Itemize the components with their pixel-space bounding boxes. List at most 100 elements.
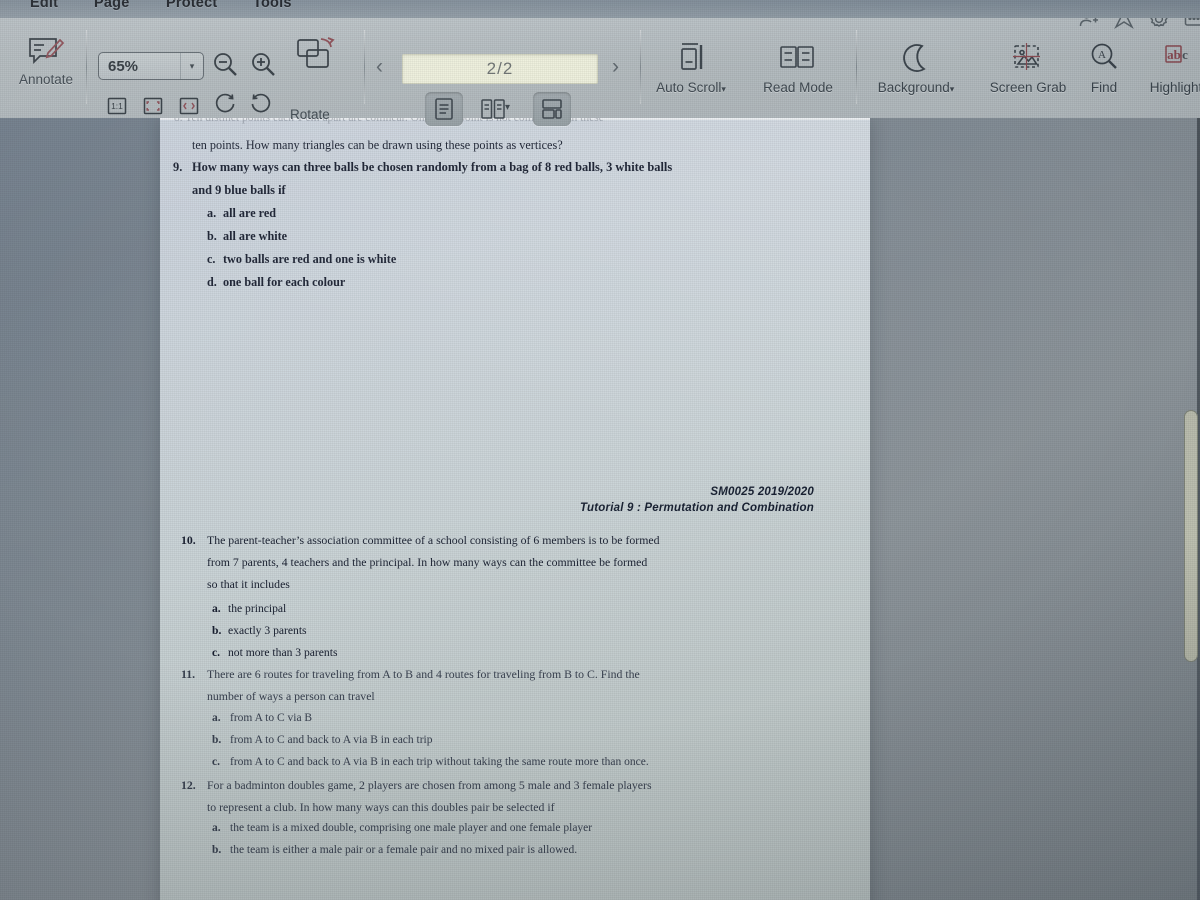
- svg-text:A: A: [1098, 49, 1106, 61]
- read-mode-button[interactable]: Read Mode: [755, 40, 841, 95]
- previous-page-button[interactable]: ‹: [376, 56, 383, 78]
- fit-width-button[interactable]: [176, 94, 202, 118]
- annotate-icon: [26, 34, 66, 70]
- text-line: How many ways can three balls be chosen …: [192, 160, 673, 174]
- option-text: the principal: [228, 602, 287, 615]
- text-line: so that it includes: [207, 577, 290, 591]
- option-label: a.: [212, 822, 221, 834]
- read-mode-icon: [777, 40, 819, 78]
- option-text: not more than 3 parents: [228, 646, 338, 659]
- moon-icon: [896, 40, 936, 78]
- toolbar: Annotate 65% ▾ Rotate 1:1 ‹ 2/2 › ▾ Auto…: [0, 9, 1200, 126]
- menu-bar: Edit Page Protect Tools: [0, 0, 1200, 18]
- document-viewport[interactable]: 8. Ten distinct points each 1 cm apart a…: [0, 118, 1200, 900]
- text-line: and 9 blue balls if: [192, 183, 286, 197]
- zoom-out-button[interactable]: [210, 50, 240, 80]
- background-button[interactable]: Background▾: [868, 40, 964, 95]
- two-page-icon: [481, 99, 505, 119]
- text-line: For a badminton doubles game, 2 players …: [207, 778, 652, 792]
- background-label: Background▾: [877, 80, 955, 95]
- find-button[interactable]: A Find: [1079, 40, 1129, 95]
- menu-item-tools[interactable]: Tools: [253, 0, 292, 11]
- single-page-icon: [435, 98, 453, 120]
- annotate-label: Annotate: [18, 72, 74, 87]
- option-label: a.: [207, 206, 217, 220]
- menu-item-edit[interactable]: Edit: [30, 0, 58, 11]
- option-label: d.: [207, 275, 217, 289]
- option-label: c.: [212, 756, 220, 768]
- document-text: 8. Ten distinct points each 1 cm apart a…: [160, 118, 870, 900]
- option-text: from A to C via B: [230, 712, 313, 724]
- text-line: from 7 parents, 4 teachers and the princ…: [207, 555, 648, 569]
- continuous-view-button[interactable]: [533, 92, 571, 126]
- screen-grab-button[interactable]: Screen Grab: [982, 40, 1074, 95]
- zoom-out-icon: [210, 50, 240, 80]
- svg-text:ab: ab: [1167, 47, 1181, 62]
- find-icon: A: [1086, 40, 1122, 78]
- auto-scroll-label: Auto Scroll▾: [656, 80, 726, 95]
- svg-text:1:1: 1:1: [111, 101, 123, 111]
- menu-item-protect[interactable]: Protect: [166, 0, 217, 11]
- page-number-value: 2/2: [486, 59, 514, 78]
- page-number-input[interactable]: 2/2: [402, 54, 598, 84]
- auto-scroll-icon: [671, 40, 711, 78]
- read-mode-label: Read Mode: [763, 80, 833, 95]
- fit-page-icon: [143, 97, 163, 115]
- option-text: all are red: [223, 206, 277, 220]
- auto-scroll-button[interactable]: Auto Scroll▾: [648, 40, 734, 95]
- screen-photo: Edit Page Protect Tools Annotate 65% ▾ R…: [0, 0, 1200, 900]
- screen-grab-label: Screen Grab: [989, 80, 1067, 95]
- pdf-page: 8. Ten distinct points each 1 cm apart a…: [160, 118, 870, 900]
- option-text: the team is a mixed double, comprising o…: [230, 822, 593, 834]
- chevron-down-icon[interactable]: ▾: [180, 53, 203, 79]
- zoom-level-value: 65%: [108, 57, 139, 75]
- rotate-label: Rotate: [290, 107, 330, 122]
- text-line: ten points. How many triangles can be dr…: [192, 138, 563, 152]
- question-number: 9.: [173, 160, 183, 174]
- text-line: The parent-teacher’s association committ…: [207, 533, 660, 547]
- menu-item-page[interactable]: Page: [94, 0, 129, 11]
- document-header-line2: Tutorial 9 : Permutation and Combination: [580, 502, 814, 514]
- toolbar-separator-2: [364, 30, 365, 104]
- document-header-line1: SM0025 2019/2020: [710, 486, 814, 498]
- option-text: from A to C and back to A via B in each …: [230, 734, 433, 746]
- rotate-clockwise-button[interactable]: [212, 92, 238, 116]
- screen-grab-icon: [1008, 40, 1048, 78]
- rotate-pages-icon: [294, 36, 342, 74]
- option-label: c.: [207, 252, 216, 266]
- highlight-label: Highlight: [1149, 80, 1200, 95]
- background-chevron-down-icon: ▾: [949, 84, 955, 94]
- fit-width-icon: [179, 97, 199, 115]
- two-page-view-chevron-down-icon[interactable]: ▾: [505, 102, 510, 113]
- auto-scroll-chevron-down-icon: ▾: [721, 84, 726, 94]
- find-label: Find: [1090, 80, 1118, 95]
- vertical-scrollbar-thumb[interactable]: [1184, 410, 1198, 662]
- option-text: two balls are red and one is white: [223, 252, 397, 266]
- rotate-pages-button[interactable]: [291, 36, 345, 74]
- one-to-one-icon: 1:1: [107, 97, 127, 115]
- option-label: b.: [212, 844, 222, 856]
- actual-size-button[interactable]: 1:1: [104, 94, 130, 118]
- question-number: 10.: [181, 533, 196, 547]
- option-label: b.: [212, 734, 222, 746]
- annotate-button[interactable]: Annotate: [10, 34, 82, 87]
- text-line: There are 6 routes for traveling from A …: [207, 667, 640, 681]
- toolbar-separator-4: [856, 30, 857, 104]
- zoom-level-select[interactable]: 65% ▾: [98, 52, 204, 80]
- question-number: 12.: [181, 778, 196, 792]
- option-text: one ball for each colour: [223, 275, 346, 289]
- zoom-in-button[interactable]: [248, 50, 278, 80]
- rotate-cw-icon: [215, 93, 235, 113]
- single-page-view-button[interactable]: [425, 92, 463, 126]
- option-text: from A to C and back to A via B in each …: [230, 756, 649, 768]
- toolbar-separator-3: [640, 30, 641, 104]
- option-text: all are white: [223, 229, 288, 243]
- rotate-counterclockwise-button[interactable]: [248, 92, 274, 116]
- fit-page-button[interactable]: [140, 94, 166, 118]
- next-page-button[interactable]: ›: [612, 56, 619, 78]
- text-line: number of ways a person can travel: [207, 689, 375, 703]
- toolbar-separator-1: [86, 30, 87, 104]
- option-label: b.: [212, 624, 222, 637]
- text-line: to represent a club. In how many ways ca…: [207, 800, 555, 814]
- highlight-button[interactable]: ab c Highlight: [1140, 40, 1200, 95]
